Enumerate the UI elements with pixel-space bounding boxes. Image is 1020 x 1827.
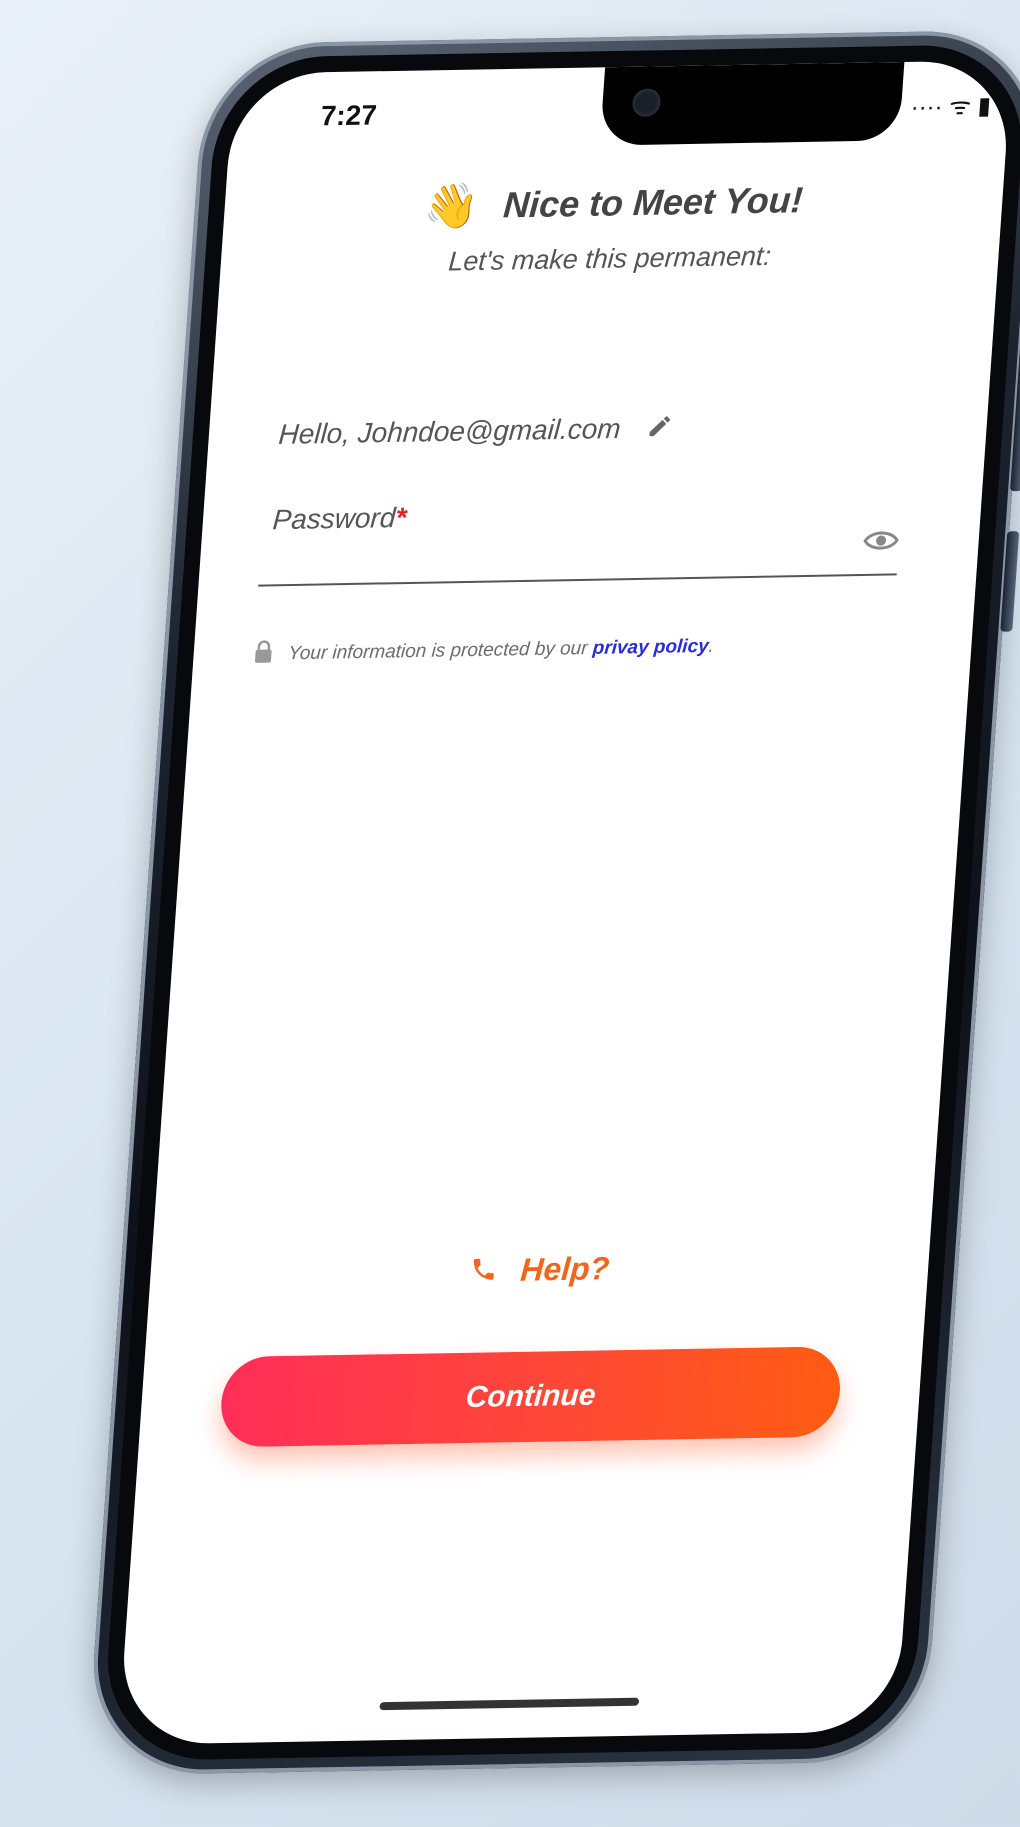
page-subtitle: Let's make this permanent:	[447, 240, 773, 277]
waving-hand-icon: 👋	[422, 181, 481, 232]
status-time: 7:27	[319, 99, 378, 132]
lock-icon	[252, 639, 274, 669]
app-screen: 7:27 ···· ᯤ ▮ 👋 Nice to Meet You! Let's …	[117, 60, 1013, 1745]
phone-mockup: 7:27 ···· ᯤ ▮ 👋 Nice to Meet You! Let's …	[85, 29, 1020, 1776]
password-field[interactable]: Password*	[272, 502, 408, 536]
camera-icon	[631, 88, 662, 117]
help-label: Help?	[519, 1250, 611, 1288]
privacy-policy-link[interactable]: privay policy	[592, 636, 709, 659]
password-label: Password	[271, 501, 397, 536]
account-greeting: Hello, Johndoe@gmail.com	[277, 412, 622, 450]
notch	[599, 62, 905, 146]
continue-button[interactable]: Continue	[218, 1346, 844, 1448]
home-indicator	[379, 1697, 640, 1711]
pencil-icon[interactable]	[645, 413, 673, 447]
account-row: Hello, Johndoe@gmail.com	[277, 412, 673, 453]
required-marker: *	[394, 501, 408, 534]
privacy-text: Your information is protected by our	[287, 637, 594, 665]
eye-icon[interactable]	[862, 528, 900, 558]
page-title: Nice to Meet You!	[502, 179, 805, 226]
privacy-suffix: .	[707, 635, 715, 657]
password-underline	[258, 573, 897, 587]
header: 👋 Nice to Meet You!	[223, 171, 1005, 237]
help-link[interactable]: Help?	[149, 1244, 930, 1297]
status-icons: ···· ᯤ ▮	[909, 92, 992, 122]
phone-icon	[468, 1254, 499, 1293]
privacy-notice: Your information is protected by our pri…	[252, 632, 715, 670]
